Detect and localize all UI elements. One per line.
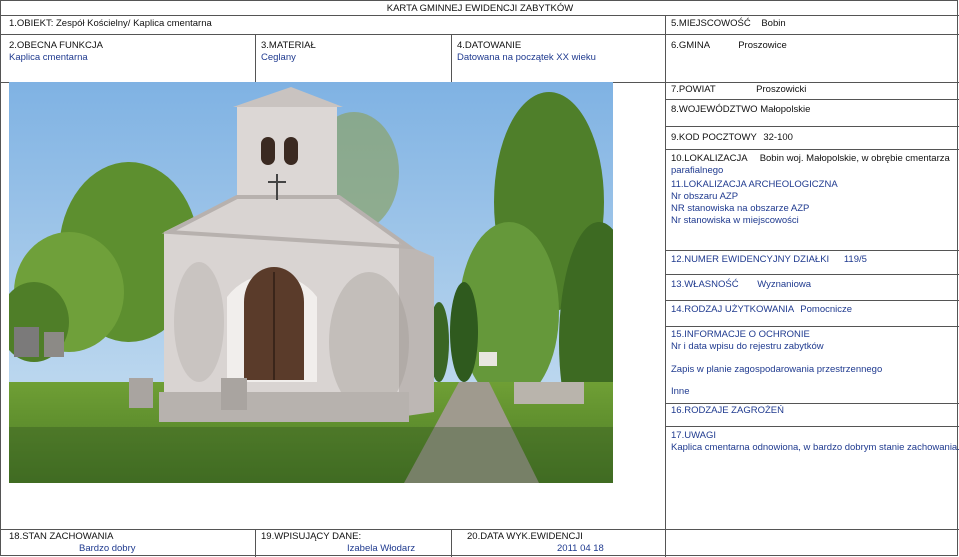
datowanie-label: 4.DATOWANIE [457, 40, 522, 51]
funkcja-value: Kaplica cmentarna [9, 52, 88, 63]
data-wyk-label: 20.DATA WYK.EWIDENCJI [467, 531, 583, 542]
archeo-line-1: Nr obszaru AZP [671, 191, 739, 202]
chapel-image [9, 82, 613, 483]
ochrona-line-2: Zapis w planie zagospodarowania przestrz… [671, 364, 883, 375]
archeo-line-3: Nr stanowiska w miejscowości [671, 215, 799, 226]
uwagi-value: Kaplica cmentarna odnowiona, w bardzo do… [671, 442, 959, 453]
powiat-field: 7.POWIAT Proszowicki [671, 84, 807, 95]
uwagi-label: 17.UWAGI [671, 430, 717, 441]
gmina-field: 6.GMINA Proszowice [671, 40, 787, 51]
ochrona-line-3: Inne [671, 386, 690, 397]
wojewodztwo-field: 8.WOJEWÓDZTWO Małopolskie [671, 104, 811, 115]
wpisujacy-label: 19.WPISUJĄCY DANE: [261, 531, 362, 542]
miejscowosc-field: 5.MIEJSCOWOŚĆ Bobin [671, 18, 786, 29]
material-value: Ceglany [261, 52, 296, 63]
record-card: KARTA GMINNEJ EWIDENCJI ZABYTKÓW 1.OBIEK… [0, 0, 959, 557]
dzialka-field: 12.NUMER EWIDENCYJNY DZIAŁKI 119/5 [671, 254, 867, 265]
lokalizacja-field: 10.LOKALIZACJA Bobin woj. Małopolskie, w… [671, 153, 950, 164]
material-label: 3.MATERIAŁ [261, 40, 316, 51]
stan-value: Bardzo dobry [79, 543, 136, 554]
stan-label: 18.STAN ZACHOWANIA [9, 531, 114, 542]
obiekt-field: 1.OBIEKT: Zespół Kościelny/ Kaplica cmen… [9, 18, 212, 29]
data-wyk-value: 2011 04 18 [557, 543, 604, 554]
chapel-photo [9, 82, 613, 483]
archeo-label: 11.LOKALIZACJA ARCHEOLOGICZNA [671, 179, 838, 190]
wlasnosc-field: 13.WŁASNOŚĆ Wyznaniowa [671, 279, 811, 290]
archeo-line-2: NR stanowiska na obszarze AZP [671, 203, 810, 214]
zagrozenia-label: 16.RODZAJE ZAGROŻEŃ [671, 405, 784, 416]
wpisujacy-value: Izabela Włodarz [347, 543, 416, 554]
kod-field: 9.KOD POCZTOWY 32-100 [671, 132, 793, 143]
ochrona-label: 15.INFORMACJE O OCHRONIE [671, 329, 810, 340]
card-title: KARTA GMINNEJ EWIDENCJI ZABYTKÓW [386, 3, 574, 14]
funkcja-label: 2.OBECNA FUNKCJA [9, 40, 103, 51]
datowanie-value: Datowana na początek XX wieku [457, 52, 596, 63]
lokalizacja-line2: parafialnego [671, 165, 724, 176]
uzytkowanie-field: 14.RODZAJ UŻYTKOWANIA Pomocnicze [671, 304, 853, 315]
ochrona-line-1: Nr i data wpisu do rejestru zabytków [671, 341, 824, 352]
